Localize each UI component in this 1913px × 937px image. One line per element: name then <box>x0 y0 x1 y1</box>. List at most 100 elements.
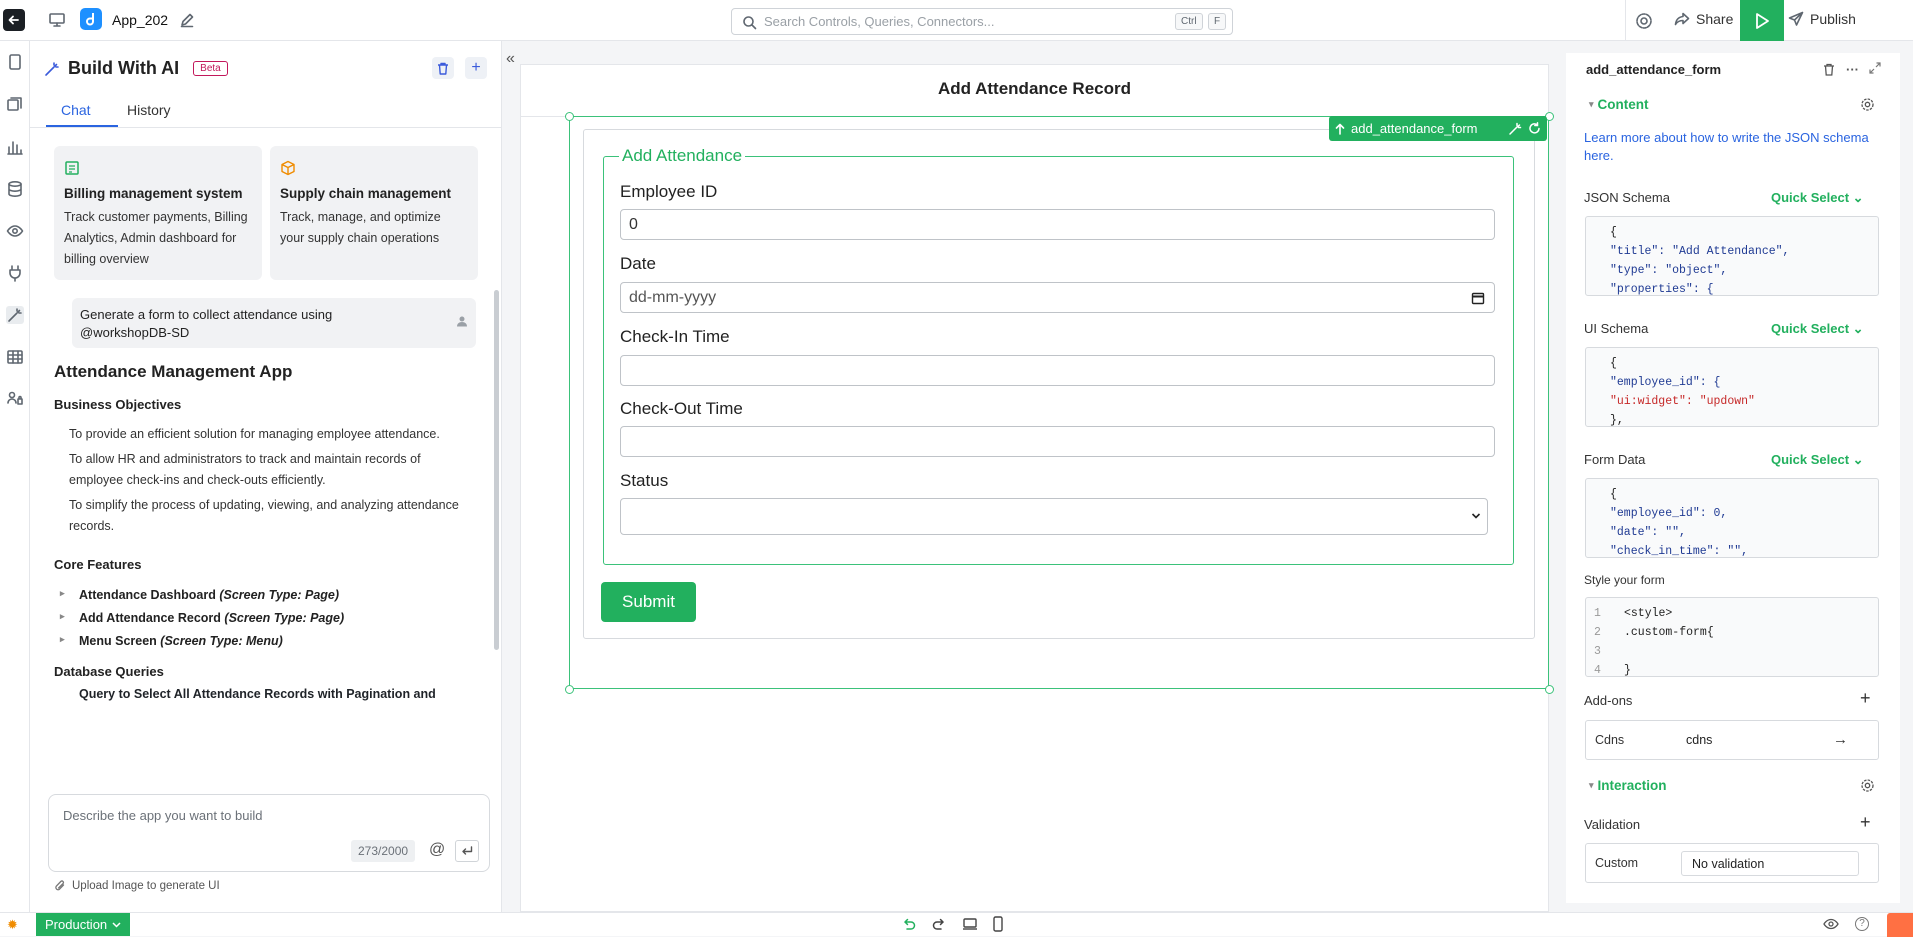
preview-play-button[interactable] <box>1740 0 1784 41</box>
arrow-right-icon[interactable]: → <box>1833 731 1848 748</box>
ai-wand-icon[interactable] <box>6 306 24 324</box>
sun-icon[interactable]: ✹ <box>7 917 18 933</box>
code-line: "title": "Add Attendance", <box>1610 245 1790 258</box>
tab-history[interactable]: History <box>127 102 171 118</box>
desktop-view-icon[interactable] <box>962 917 978 931</box>
resize-handle[interactable] <box>1545 685 1554 694</box>
learn-more-link[interactable]: Learn more about how to write the JSON s… <box>1584 129 1874 165</box>
json-schema-editor[interactable]: { "title": "Add Attendance", "type": "ob… <box>1585 216 1879 296</box>
section-gear-icon[interactable] <box>1860 97 1875 112</box>
resize-handle[interactable] <box>565 685 574 694</box>
ai-panel-title: Build With AI Beta <box>44 58 228 79</box>
tab-chat[interactable]: Chat <box>61 102 91 118</box>
chat-scrollbar[interactable] <box>494 290 499 650</box>
validation-row[interactable]: Custom No validation <box>1585 843 1879 883</box>
left-rail <box>0 41 30 912</box>
style-editor[interactable]: 1234 <style> .custom-form{ } <box>1585 597 1879 677</box>
edit-pencil-icon[interactable] <box>179 12 195 28</box>
resize-handle[interactable] <box>565 112 574 121</box>
employee-id-input[interactable]: 0 <box>620 209 1495 240</box>
device-icon[interactable] <box>48 12 66 28</box>
billing-icon <box>64 160 252 176</box>
quick-select-formdata[interactable]: Quick Select ⌄ <box>1771 452 1864 468</box>
code-line: <style> <box>1624 607 1673 620</box>
chat-area: Billing management system Track customer… <box>30 128 502 768</box>
add-addon-button[interactable]: + <box>1860 688 1871 709</box>
feature-item[interactable]: Menu Screen (Screen Type: Menu) <box>54 634 474 648</box>
back-button[interactable] <box>3 9 25 31</box>
date-input[interactable]: dd-mm-yyyy <box>620 282 1495 313</box>
feature-type: (Screen Type: Page) <box>224 611 345 625</box>
undo-icon[interactable] <box>902 917 916 930</box>
user-message-text: Generate a form to collect attendance us… <box>80 307 333 340</box>
collapse-panel-button[interactable]: « <box>506 50 515 68</box>
custom-value[interactable]: No validation <box>1681 851 1859 876</box>
publish-button[interactable]: Publish <box>1788 11 1856 27</box>
ai-tabs: Chat History <box>30 94 502 128</box>
table-icon[interactable] <box>6 348 24 366</box>
help-icon[interactable]: ? <box>1855 917 1869 931</box>
delete-icon[interactable] <box>1823 63 1835 76</box>
form-data-editor[interactable]: { "employee_id": 0, "date": "", "check_i… <box>1585 478 1879 558</box>
feature-item[interactable]: Add Attendance Record (Screen Type: Page… <box>54 611 474 625</box>
json-schema-label: JSON Schema <box>1584 190 1670 205</box>
charts-icon[interactable] <box>6 138 24 156</box>
status-select[interactable] <box>620 498 1488 535</box>
ai-wand-icon[interactable] <box>1508 122 1522 136</box>
feature-item[interactable]: Attendance Dashboard (Screen Type: Page) <box>54 588 474 602</box>
char-count: 273/2000 <box>351 840 416 862</box>
refresh-icon[interactable] <box>1528 122 1541 135</box>
search-input[interactable] <box>764 12 1094 31</box>
search-icon <box>742 15 757 30</box>
ui-schema-editor[interactable]: { "employee_id": { "ui:widget": "updown"… <box>1585 347 1879 427</box>
check-in-input[interactable] <box>620 355 1495 386</box>
pages-icon[interactable] <box>6 53 24 71</box>
environment-dropdown[interactable]: Production <box>36 913 131 936</box>
redo-icon[interactable] <box>932 917 946 930</box>
app-logo-icon <box>80 8 102 30</box>
template-desc: Track, manage, and optimize your supply … <box>280 210 441 245</box>
clear-chat-button[interactable] <box>432 57 454 79</box>
features-title: Core Features <box>54 557 142 572</box>
feature-name: Attendance Dashboard <box>79 588 216 602</box>
content-section-header[interactable]: Content <box>1589 97 1649 112</box>
top-bar: App_202 Ctrl F Share Publish <box>0 0 1913 41</box>
roles-icon[interactable] <box>6 390 24 408</box>
date-value: dd-mm-yyyy <box>629 289 717 306</box>
more-menu-icon[interactable]: ··· <box>1846 62 1859 77</box>
calendar-icon[interactable] <box>1471 291 1485 305</box>
quick-select-json[interactable]: Quick Select ⌄ <box>1771 190 1864 206</box>
objective-item: To allow HR and administrators to track … <box>69 452 421 487</box>
query-item: Query to Select All Attendance Records w… <box>79 687 436 701</box>
ai-response: Attendance Management App Business Objec… <box>54 362 474 701</box>
submit-button[interactable]: Submit <box>601 582 696 622</box>
eye-icon[interactable] <box>1823 918 1839 930</box>
database-icon[interactable] <box>6 180 24 198</box>
upload-image-link[interactable]: Upload Image to generate UI <box>54 879 220 892</box>
section-gear-icon[interactable] <box>1860 778 1875 793</box>
components-icon[interactable] <box>6 95 24 113</box>
check-out-input[interactable] <box>620 426 1495 457</box>
send-button[interactable] <box>455 840 479 862</box>
template-card-billing[interactable]: Billing management system Track customer… <box>54 146 262 280</box>
cdns-row[interactable]: Cdns cdns → <box>1585 720 1879 760</box>
settings-gear-icon[interactable] <box>1634 11 1654 31</box>
new-chat-button[interactable]: + <box>465 57 487 79</box>
mobile-view-icon[interactable] <box>992 916 1004 932</box>
global-search[interactable]: Ctrl F <box>731 8 1233 35</box>
kbd-f: F <box>1208 13 1227 30</box>
collapse-icon[interactable] <box>1869 62 1881 74</box>
plugins-icon[interactable] <box>6 264 24 282</box>
support-icon[interactable] <box>1887 913 1913 937</box>
selected-control-tag[interactable]: add_attendance_form <box>1329 116 1547 141</box>
template-card-supply-chain[interactable]: Supply chain management Track, manage, a… <box>270 146 478 280</box>
add-validation-button[interactable]: + <box>1860 812 1871 833</box>
share-button[interactable]: Share <box>1674 11 1733 27</box>
prompt-input[interactable] <box>63 808 463 828</box>
mention-button[interactable]: @ <box>429 841 445 859</box>
interaction-section-header[interactable]: Interaction <box>1589 778 1667 793</box>
ui-schema-label: UI Schema <box>1584 321 1649 336</box>
quick-select-ui[interactable]: Quick Select ⌄ <box>1771 321 1864 337</box>
preview-eye-icon[interactable] <box>6 222 24 240</box>
